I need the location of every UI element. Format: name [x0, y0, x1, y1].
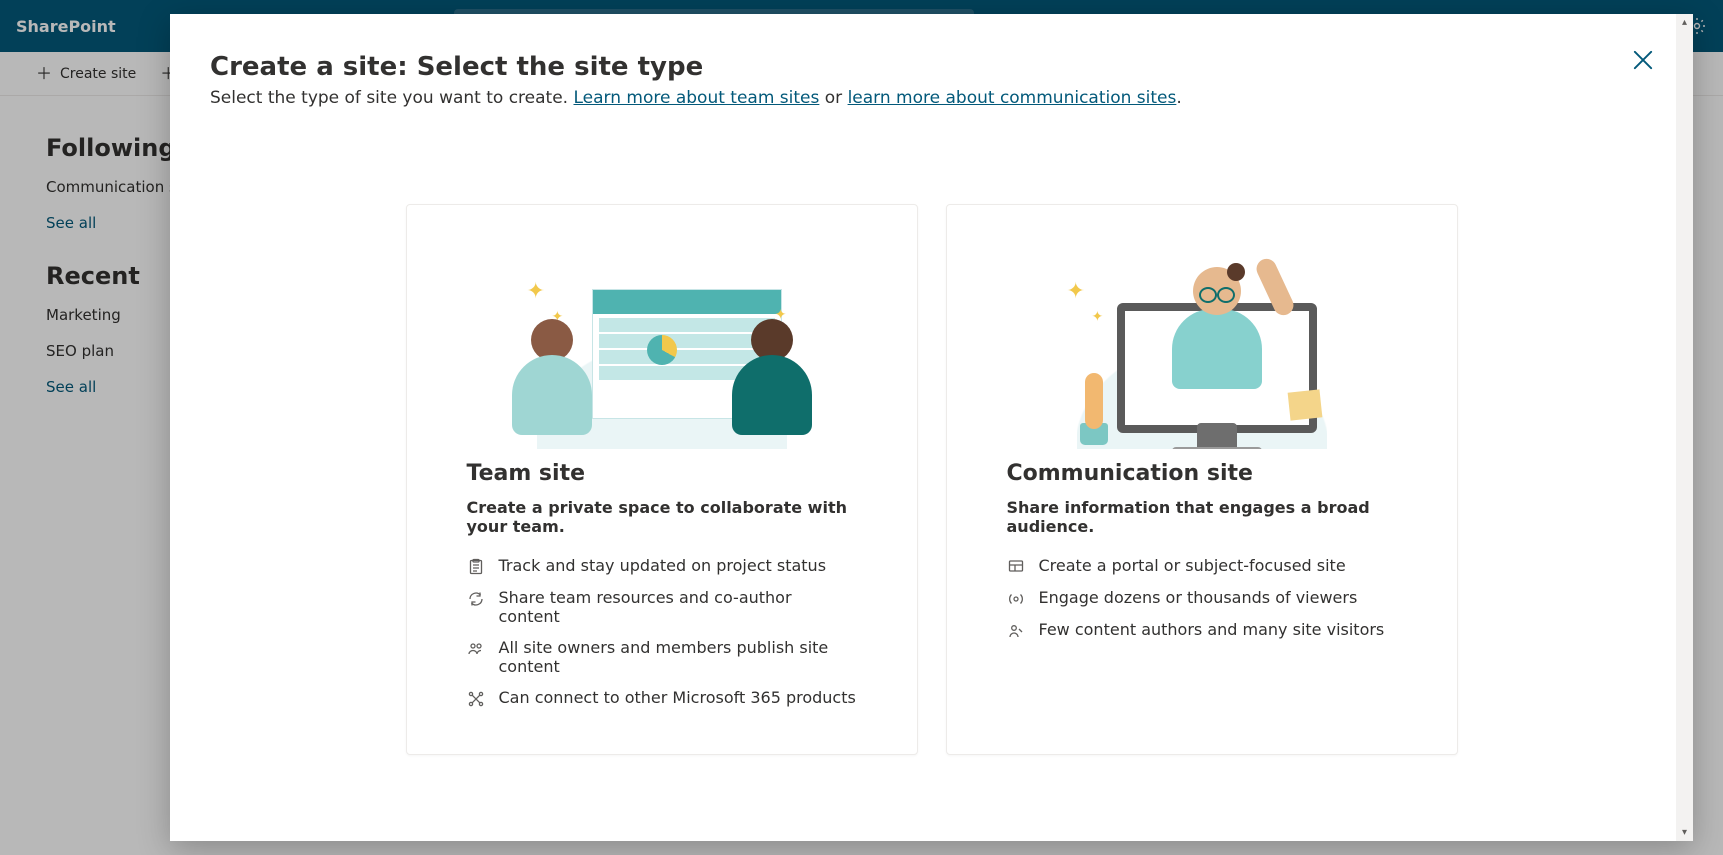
- team-card-bullet: Can connect to other Microsoft 365 produ…: [467, 688, 857, 708]
- create-site-dialog: ▴ ▾ Create a site: Select the site type …: [170, 14, 1693, 841]
- comm-card-bullet: Engage dozens or thousands of viewers: [1007, 588, 1397, 608]
- bullet-text: All site owners and members publish site…: [499, 638, 857, 676]
- communication-site-card[interactable]: ✦✦ Communication site Share information …: [946, 204, 1458, 755]
- bullet-text: Share team resources and co-author conte…: [499, 588, 857, 626]
- team-card-title: Team site: [467, 461, 857, 486]
- scroll-up-icon[interactable]: ▴: [1676, 14, 1693, 31]
- learn-team-sites-link[interactable]: Learn more about team sites: [573, 88, 819, 108]
- close-dialog-button[interactable]: [1629, 46, 1657, 74]
- bullet-text: Can connect to other Microsoft 365 produ…: [499, 688, 856, 707]
- comm-card-title: Communication site: [1007, 461, 1397, 486]
- team-card-tagline: Create a private space to collaborate wi…: [467, 498, 857, 536]
- dialog-scrollbar[interactable]: ▴ ▾: [1676, 14, 1693, 841]
- comm-card-tagline: Share information that engages a broad a…: [1007, 498, 1397, 536]
- dialog-subtitle: Select the type of site you want to crea…: [210, 88, 1653, 108]
- bullet-text: Few content authors and many site visito…: [1039, 620, 1385, 639]
- broadcast-icon: [1007, 590, 1025, 608]
- connect-icon: [467, 690, 485, 708]
- team-card-bullet: Share team resources and co-author conte…: [467, 588, 857, 626]
- author-icon: [1007, 622, 1025, 640]
- bullet-text: Track and stay updated on project status: [499, 556, 827, 575]
- communication-site-illustration: ✦✦: [947, 205, 1457, 449]
- dialog-subtitle-text: .: [1176, 88, 1181, 108]
- comm-card-bullet: Few content authors and many site visito…: [1007, 620, 1397, 640]
- clipboard-icon: [467, 558, 485, 576]
- dialog-subtitle-text: or: [819, 88, 847, 108]
- bullet-text: Create a portal or subject-focused site: [1039, 556, 1346, 575]
- dialog-title: Create a site: Select the site type: [210, 52, 1653, 82]
- bullet-text: Engage dozens or thousands of viewers: [1039, 588, 1358, 607]
- team-site-illustration: ✦✦✦: [407, 205, 917, 449]
- comm-card-bullet: Create a portal or subject-focused site: [1007, 556, 1397, 576]
- layout-icon: [1007, 558, 1025, 576]
- team-card-bullet: Track and stay updated on project status: [467, 556, 857, 576]
- learn-communication-sites-link[interactable]: learn more about communication sites: [848, 88, 1177, 108]
- team-card-bullet: All site owners and members publish site…: [467, 638, 857, 676]
- scroll-down-icon[interactable]: ▾: [1676, 824, 1693, 841]
- people-icon: [467, 640, 485, 658]
- team-site-card[interactable]: ✦✦✦ Team site Create a private space to …: [406, 204, 918, 755]
- dialog-subtitle-text: Select the type of site you want to crea…: [210, 88, 573, 108]
- sync-icon: [467, 590, 485, 608]
